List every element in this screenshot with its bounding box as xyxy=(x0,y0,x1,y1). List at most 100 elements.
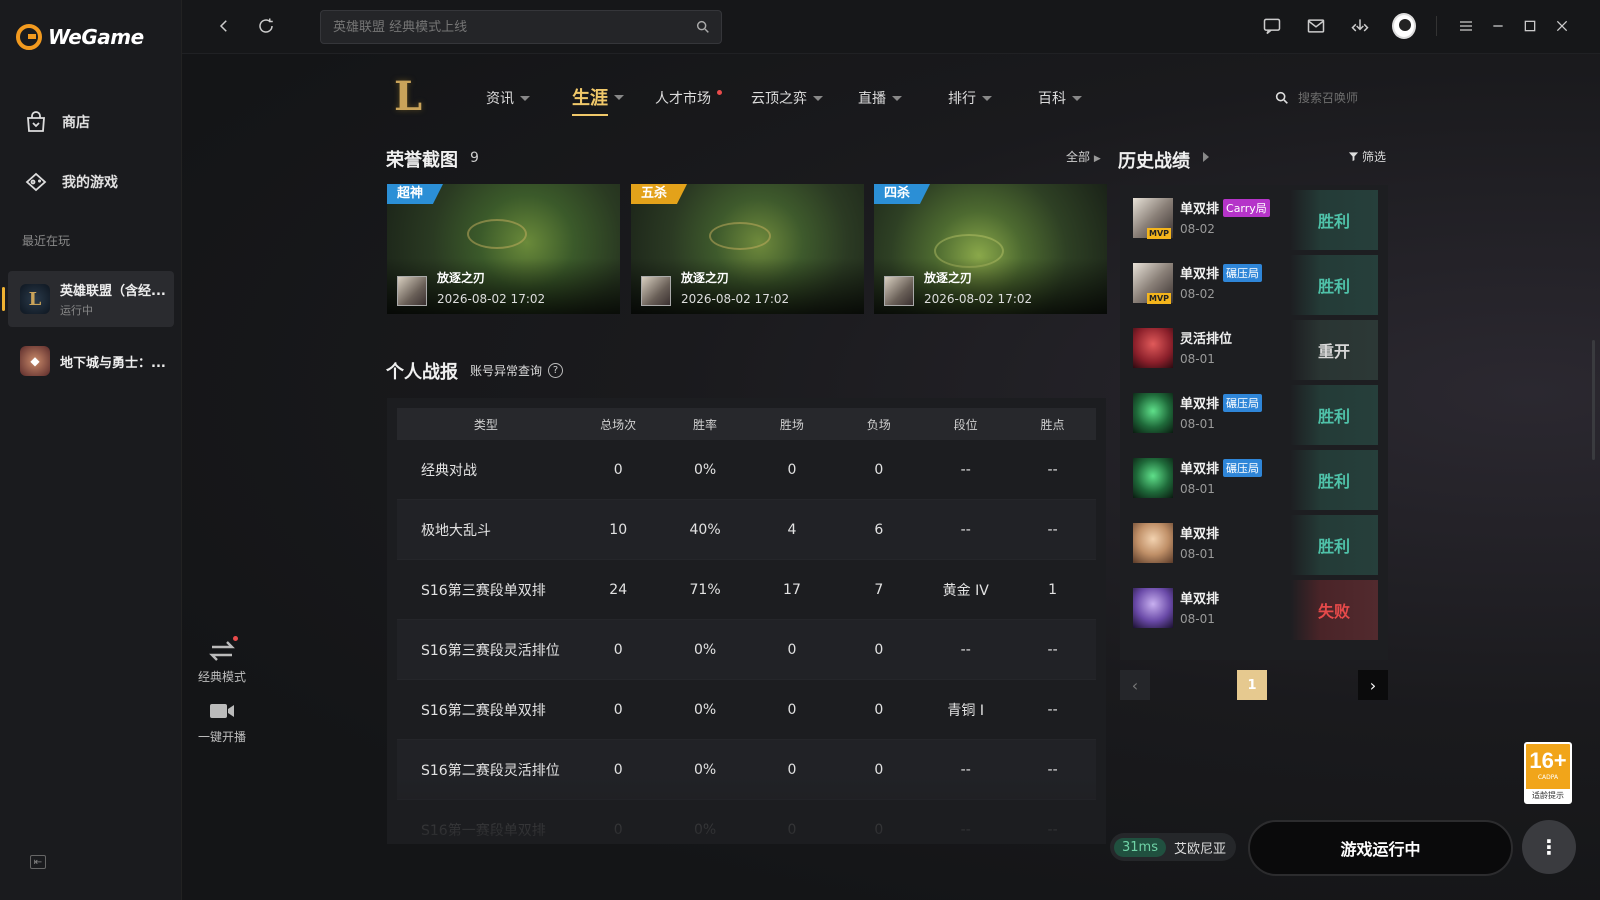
more-options-icon[interactable]: ⋮ xyxy=(1522,820,1576,874)
mail-icon[interactable] xyxy=(1304,14,1328,38)
summoner-search[interactable]: 搜索召唤师 xyxy=(1274,89,1358,106)
close-icon[interactable] xyxy=(1550,14,1574,38)
stats-title: 个人战报 xyxy=(386,362,458,383)
prev-page-button[interactable]: ‹ xyxy=(1120,670,1150,700)
one-click-stream-button[interactable]: 一键开播 xyxy=(194,700,250,745)
tab-tft[interactable]: 云顶之弈 xyxy=(751,88,823,108)
row-cell: 0% xyxy=(693,701,717,718)
shopping-bag-icon xyxy=(27,111,45,132)
recent-game-title: 英雄联盟（含经... xyxy=(60,284,166,299)
row-cell: -- xyxy=(1047,761,1058,778)
next-page-button[interactable]: › xyxy=(1358,670,1388,700)
match-badge: 碾压局 xyxy=(1223,393,1263,412)
user-avatar[interactable] xyxy=(1392,13,1416,39)
chevron-down-icon xyxy=(614,94,624,100)
history-item[interactable]: MVP 单双排 碾压局 08-02 胜利 xyxy=(1130,255,1378,315)
search-input[interactable] xyxy=(333,19,693,35)
search-icon[interactable] xyxy=(695,19,711,35)
history-item[interactable]: MVP 单双排 Carry局 08-02 胜利 xyxy=(1130,190,1378,250)
sidebar-item-my-games[interactable]: 我的游戏 xyxy=(24,170,118,194)
row-cell: -- xyxy=(1047,641,1058,658)
honor-shot[interactable]: 四杀 放逐之刃 2026-08-02 17:02 xyxy=(874,184,1107,314)
history-item[interactable]: 单双排 08-01 失败 xyxy=(1130,580,1378,640)
stats-table: 类型 总场次 胜率 胜场 负场 段位 胜点 经典对战 0 0% 0 0 -- -- 极地大乱斗… xyxy=(387,398,1106,844)
account-abnormal-link[interactable]: 账号异常查询 ? xyxy=(470,362,564,379)
honor-title: 荣誉截图 xyxy=(386,150,458,171)
history-title[interactable]: 历史战绩 xyxy=(1118,147,1190,173)
run-button-label: 游戏运行中 xyxy=(1340,840,1421,859)
filter-button[interactable]: 筛选 xyxy=(1348,148,1386,165)
server-status[interactable]: 31ms 艾欧尼亚 xyxy=(1110,833,1236,861)
row-cell: 6 xyxy=(874,521,884,538)
gamepad-icon xyxy=(25,172,47,192)
lol-logo-icon[interactable]: L xyxy=(388,73,428,120)
global-search[interactable] xyxy=(320,10,722,44)
match-date: 08-01 xyxy=(1180,612,1215,626)
help-icon[interactable]: ? xyxy=(548,363,564,378)
table-row: S16第三赛段灵活排位 0 0% 0 0 -- -- xyxy=(397,620,1096,680)
row-type: S16第二赛段灵活排位 xyxy=(421,762,560,779)
chevron-right-icon[interactable] xyxy=(1203,152,1209,162)
tab-news[interactable]: 资讯 xyxy=(486,88,530,108)
row-cell: 0 xyxy=(787,761,797,778)
tab-career[interactable]: 生涯 xyxy=(572,84,624,116)
table-row: S16第二赛段单双排 0 0% 0 0 青铜 I -- xyxy=(397,680,1096,740)
refresh-icon[interactable] xyxy=(254,14,278,38)
match-mode: 单双排 碾压局 xyxy=(1180,458,1263,477)
match-result: 胜利 xyxy=(1290,515,1378,575)
collapse-sidebar-icon[interactable]: ⇤ xyxy=(30,855,46,869)
row-cell: 0 xyxy=(613,701,623,718)
age-rating-badge[interactable]: 16+ CADPA 适龄提示 xyxy=(1524,742,1572,804)
header-lp: 胜点 xyxy=(1040,417,1065,432)
filter-icon xyxy=(1348,152,1359,162)
row-cell: 4 xyxy=(787,521,797,538)
back-arrow-icon[interactable] xyxy=(212,14,236,38)
history-item[interactable]: 单双排 碾压局 08-01 胜利 xyxy=(1130,385,1378,445)
shot-time: 2026-08-02 17:02 xyxy=(681,292,790,306)
wegame-logo[interactable]: WeGame xyxy=(16,24,144,50)
header-wins: 胜场 xyxy=(779,417,804,432)
sidebar-item-store[interactable]: 商店 xyxy=(24,110,90,134)
tab-ranking[interactable]: 排行 xyxy=(948,88,992,108)
row-cell: 71% xyxy=(689,581,721,598)
page-number[interactable]: 1 xyxy=(1237,670,1267,700)
chat-icon[interactable] xyxy=(1260,14,1284,38)
header-type: 类型 xyxy=(473,417,498,432)
minimize-icon[interactable] xyxy=(1486,14,1510,38)
row-cell: 0 xyxy=(787,821,797,838)
row-cell: 0 xyxy=(874,701,884,718)
match-result: 胜利 xyxy=(1290,190,1378,250)
recent-label: 最近在玩 xyxy=(22,234,71,248)
honor-shot[interactable]: 超神 放逐之刃 2026-08-02 17:02 xyxy=(387,184,620,314)
champion-name: 放逐之刃 xyxy=(681,271,730,285)
history-item[interactable]: 灵活排位 08-01 重开 xyxy=(1130,320,1378,380)
game-running-button[interactable]: 游戏运行中 xyxy=(1248,820,1513,876)
row-cell: 10 xyxy=(609,521,628,538)
menu-icon[interactable] xyxy=(1454,14,1478,38)
tab-live[interactable]: 直播 xyxy=(858,88,902,108)
classic-mode-label: 经典模式 xyxy=(197,670,246,684)
table-row: S16第二赛段灵活排位 0 0% 0 0 -- -- xyxy=(397,740,1096,800)
honor-shot[interactable]: 五杀 放逐之刃 2026-08-02 17:02 xyxy=(631,184,864,314)
lol-game-icon: L xyxy=(20,284,50,314)
sidebar-item-label: 我的游戏 xyxy=(62,175,118,191)
chevron-right-icon: ▶ xyxy=(1093,154,1101,164)
row-cell: 17 xyxy=(783,581,801,598)
history-title-label: 历史战绩 xyxy=(1118,151,1190,172)
match-mode-label: 单双排 xyxy=(1180,397,1220,412)
scrollbar[interactable] xyxy=(1592,340,1595,460)
download-icon[interactable] xyxy=(1348,14,1372,38)
one-click-stream-label: 一键开播 xyxy=(197,730,246,744)
recent-game-lol[interactable]: L 英雄联盟（含经... 运行中 xyxy=(8,271,174,327)
classic-mode-button[interactable]: 经典模式 xyxy=(194,636,250,685)
wegame-logo-icon xyxy=(16,24,42,50)
see-all-link[interactable]: 全部 ▶ xyxy=(1066,148,1101,165)
row-cell: 0% xyxy=(693,641,717,658)
maximize-icon[interactable] xyxy=(1518,14,1542,38)
history-item[interactable]: 单双排 碾压局 08-01 胜利 xyxy=(1130,450,1378,510)
tab-talent-market[interactable]: 人才市场 xyxy=(655,88,722,108)
notification-dot xyxy=(233,636,238,641)
history-item[interactable]: 单双排 08-01 胜利 xyxy=(1130,515,1378,575)
tab-wiki[interactable]: 百科 xyxy=(1038,88,1082,108)
recent-game-dnf[interactable]: ◆ 地下城与勇士：... xyxy=(8,333,174,389)
